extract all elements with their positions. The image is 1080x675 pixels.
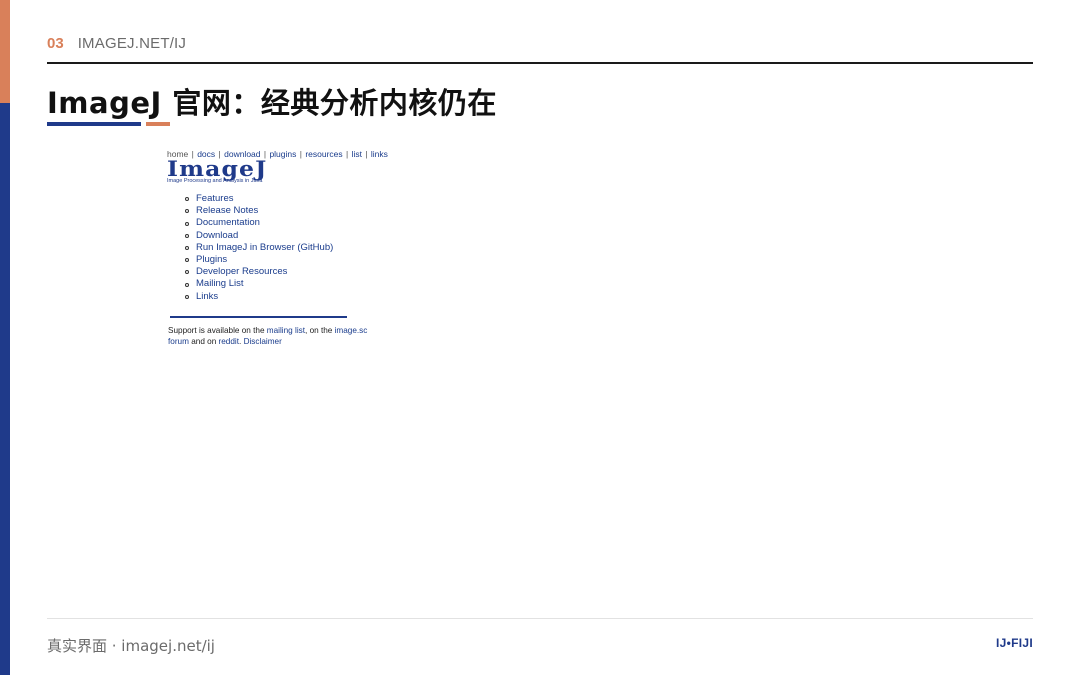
imagej-website-screenshot: home | docs | download | plugins | resou…: [160, 144, 400, 354]
footer-caption: 真实界面 · imagej.net/ij: [47, 637, 215, 655]
nav-resources[interactable]: resources: [305, 149, 342, 159]
link-links[interactable]: Links: [185, 291, 333, 303]
link-release-notes[interactable]: Release Notes: [185, 205, 333, 217]
link-mailing-list[interactable]: Mailing List: [185, 278, 333, 290]
imagej-logo-subtitle: Image Processing and Analysis in Java: [167, 178, 263, 184]
title-underline-blue: [47, 122, 141, 126]
bullet-icon: [185, 294, 189, 299]
header-divider: [47, 62, 1033, 64]
website-divider: [170, 316, 347, 318]
bullet-icon: [185, 197, 189, 202]
link-plugins[interactable]: Plugins: [185, 254, 333, 266]
section-label: IMAGEJ.NET/IJ: [77, 35, 187, 52]
bullet-icon: [185, 270, 189, 275]
footer-brand: IJ•FIJI: [996, 636, 1033, 650]
link-run-in-browser[interactable]: Run ImageJ in Browser (GitHub): [185, 242, 333, 254]
support-disclaimer-link[interactable]: Disclaimer: [244, 337, 282, 346]
nav-links[interactable]: links: [371, 149, 388, 159]
bullet-icon: [185, 221, 189, 226]
bullet-icon: [185, 209, 189, 214]
imagej-logo: ImageJ: [167, 156, 268, 181]
link-download[interactable]: Download: [185, 230, 333, 242]
website-link-list: Features Release Notes Documentation Dow…: [185, 193, 333, 303]
bullet-icon: [185, 245, 189, 250]
nav-plugins[interactable]: plugins: [269, 149, 296, 159]
section-number: 03: [47, 35, 64, 52]
support-reddit-link[interactable]: reddit: [219, 337, 239, 346]
side-accent-orange: [0, 0, 10, 103]
link-features[interactable]: Features: [185, 193, 333, 205]
support-text: Support is available on the mailing list…: [168, 326, 368, 346]
bullet-icon: [185, 258, 189, 263]
side-accent-blue: [0, 103, 10, 675]
nav-list[interactable]: list: [352, 149, 362, 159]
link-documentation[interactable]: Documentation: [185, 217, 333, 229]
footer-divider: [47, 618, 1033, 619]
bullet-icon: [185, 282, 189, 287]
support-mailing-list-link[interactable]: mailing list: [267, 326, 305, 335]
section-header: 03 IMAGEJ.NET/IJ: [47, 35, 186, 52]
bullet-icon: [185, 233, 189, 238]
title-underline-orange: [146, 122, 170, 126]
slide-title: ImageJ 官网：经典分析内核仍在: [47, 86, 497, 120]
link-developer-resources[interactable]: Developer Resources: [185, 266, 333, 278]
